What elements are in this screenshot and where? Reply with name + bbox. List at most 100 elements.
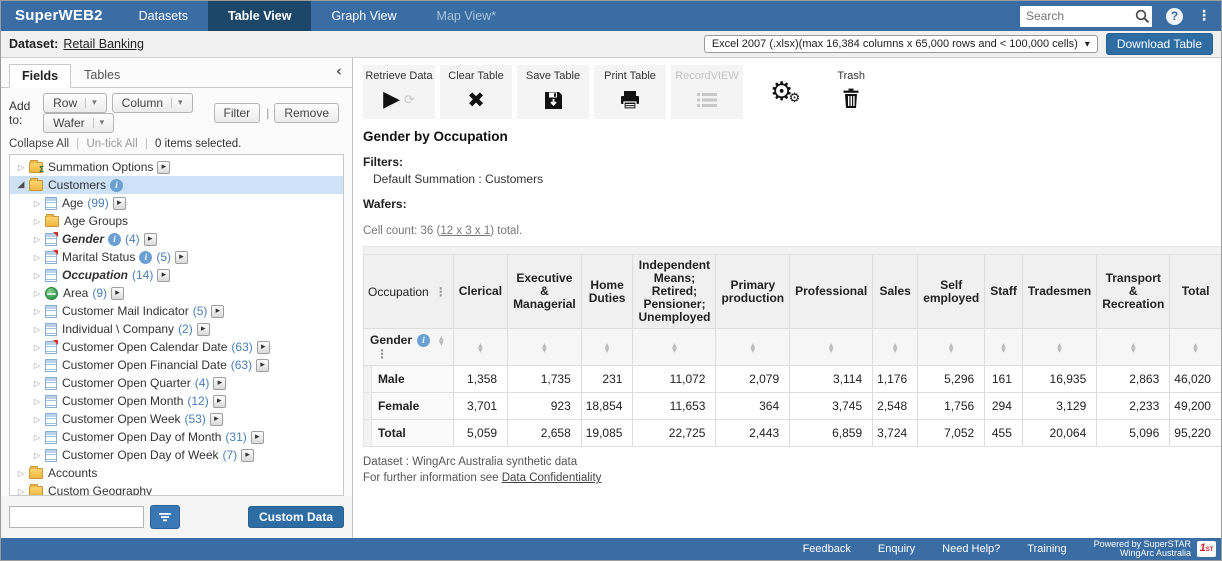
field-drilldown-button[interactable]: ▸: [251, 431, 264, 444]
field-drilldown-button[interactable]: ▸: [213, 395, 226, 408]
sort-icon[interactable]: ▲▼: [1131, 343, 1136, 353]
help-icon[interactable]: ?: [1166, 8, 1183, 25]
caret-collapsed-icon[interactable]: ▷: [32, 343, 42, 352]
tree-item-customer-open-financial-date[interactable]: ▷Customer Open Financial Date(63)▸: [10, 356, 343, 374]
caret-expanded-icon[interactable]: ◢: [16, 180, 26, 190]
add-to-column-button[interactable]: Column▾: [112, 93, 193, 113]
collapse-panel-icon[interactable]: ‹: [336, 62, 342, 80]
sort-icon[interactable]: ▲▼: [750, 343, 755, 353]
column-sort-cell[interactable]: ▲▼: [633, 329, 716, 366]
caret-collapsed-icon[interactable]: ▷: [16, 469, 26, 478]
trash-button[interactable]: Trash: [837, 65, 865, 109]
row-label-female[interactable]: Female: [371, 393, 453, 420]
download-table-button[interactable]: Download Table: [1106, 33, 1213, 55]
col-header-executive-managerial[interactable]: Executive & Managerial: [508, 255, 582, 329]
tab-fields[interactable]: Fields: [9, 64, 71, 88]
field-drilldown-button[interactable]: ▸: [257, 341, 270, 354]
tab-tables[interactable]: Tables: [71, 63, 133, 87]
tree-item-customer-open-calendar-date[interactable]: ▷Customer Open Calendar Date(63)▸: [10, 338, 343, 356]
nav-tab-map-view[interactable]: Map View*: [417, 1, 517, 31]
field-search-input[interactable]: [9, 506, 144, 528]
field-drilldown-button[interactable]: ▸: [256, 359, 269, 372]
info-icon[interactable]: i: [139, 251, 152, 264]
untick-all-link[interactable]: Un-tick All: [87, 138, 138, 150]
col-header-self-employed[interactable]: Self employed: [918, 255, 985, 329]
field-drilldown-button[interactable]: ▸: [197, 323, 210, 336]
tree-item-customers[interactable]: ◢Customersi: [10, 176, 343, 194]
data-confidentiality-link[interactable]: Data Confidentiality: [502, 472, 602, 484]
tree-item-age[interactable]: ▷Age(99)▸: [10, 194, 343, 212]
field-drilldown-button[interactable]: ▸: [111, 287, 124, 300]
col-header-home-duties[interactable]: Home Duties: [581, 255, 633, 329]
add-to-wafer-button[interactable]: Wafer▾: [43, 113, 114, 133]
field-drilldown-button[interactable]: ▸: [211, 305, 224, 318]
custom-data-button[interactable]: Custom Data: [248, 506, 344, 528]
col-header-total[interactable]: Total: [1170, 255, 1221, 329]
col-header-staff[interactable]: Staff: [985, 255, 1023, 329]
col-header-sales[interactable]: Sales: [873, 255, 918, 329]
sort-icon[interactable]: ▲▼: [1057, 343, 1062, 353]
caret-collapsed-icon[interactable]: ▷: [32, 415, 42, 424]
sort-icon[interactable]: ▲▼: [605, 343, 610, 353]
footer-link-training[interactable]: Training: [1027, 543, 1066, 555]
cell-count-link[interactable]: 12 x 3 x 1: [440, 225, 490, 237]
caret-collapsed-icon[interactable]: ▷: [32, 433, 42, 442]
column-sort-cell[interactable]: ▲▼: [1097, 329, 1170, 366]
sort-icon[interactable]: ▲▼: [1193, 343, 1198, 353]
gender-row-header[interactable]: Genderi▲▼⋮: [364, 329, 454, 366]
nav-tab-datasets[interactable]: Datasets: [119, 1, 208, 31]
row-label-total[interactable]: Total: [371, 420, 453, 447]
search-icon[interactable]: [1134, 8, 1152, 24]
caret-collapsed-icon[interactable]: ▷: [32, 325, 42, 334]
tree-item-customer-open-week[interactable]: ▷Customer Open Week(53)▸: [10, 410, 343, 428]
field-drilldown-button[interactable]: ▸: [210, 413, 223, 426]
clear-table-button[interactable]: Clear Table✖: [440, 65, 512, 119]
column-sort-cell[interactable]: ▲▼: [790, 329, 873, 366]
caret-collapsed-icon[interactable]: ▷: [32, 379, 42, 388]
field-filter-button[interactable]: [150, 505, 180, 529]
col-header-clerical[interactable]: Clerical: [453, 255, 507, 329]
sort-icon[interactable]: ▲▼: [829, 343, 834, 353]
footer-link-enquiry[interactable]: Enquiry: [878, 543, 915, 555]
field-drilldown-button[interactable]: ▸: [144, 233, 157, 246]
caret-collapsed-icon[interactable]: ▷: [32, 199, 42, 208]
sort-icon[interactable]: ▲▼: [893, 343, 898, 353]
caret-collapsed-icon[interactable]: ▷: [32, 361, 42, 370]
column-sort-cell[interactable]: ▲▼: [508, 329, 582, 366]
column-sort-cell[interactable]: ▲▼: [1170, 329, 1221, 366]
row-label-male[interactable]: Male: [371, 366, 453, 393]
col-header-tradesmen[interactable]: Tradesmen: [1022, 255, 1096, 329]
tree-item-marital-status[interactable]: ▷Marital Statusi(5)▸: [10, 248, 343, 266]
caret-collapsed-icon[interactable]: ▷: [32, 235, 42, 244]
sort-icon[interactable]: ▲▼: [1001, 343, 1006, 353]
caret-collapsed-icon[interactable]: ▷: [32, 271, 42, 280]
nav-tab-graph-view[interactable]: Graph View: [311, 1, 416, 31]
column-sort-cell[interactable]: ▲▼: [873, 329, 918, 366]
filter-button[interactable]: Filter: [214, 103, 261, 123]
print-table-button[interactable]: Print Table: [594, 65, 666, 119]
field-drilldown-button[interactable]: ▸: [113, 197, 126, 210]
dataset-name-link[interactable]: Retail Banking: [63, 37, 144, 51]
caret-collapsed-icon[interactable]: ▷: [32, 397, 42, 406]
tree-item-individual-company[interactable]: ▷Individual \ Company(2)▸: [10, 320, 343, 338]
sort-icon[interactable]: ▲▼: [672, 343, 677, 353]
col-header-professional[interactable]: Professional: [790, 255, 873, 329]
nav-tab-table-view[interactable]: Table View: [208, 1, 311, 31]
caret-collapsed-icon[interactable]: ▷: [32, 289, 42, 298]
tree-item-customer-open-quarter[interactable]: ▷Customer Open Quarter(4)▸: [10, 374, 343, 392]
field-drilldown-button[interactable]: ▸: [241, 449, 254, 462]
sort-icon[interactable]: ▲▼: [542, 343, 547, 353]
tree-item-customer-open-month[interactable]: ▷Customer Open Month(12)▸: [10, 392, 343, 410]
field-drilldown-button[interactable]: ▸: [175, 251, 188, 264]
kebab-menu-icon[interactable]: ⋮: [435, 285, 447, 299]
save-table-button[interactable]: Save Table: [517, 65, 589, 119]
tree-item-customer-open-day-of-month[interactable]: ▷Customer Open Day of Month(31)▸: [10, 428, 343, 446]
tree-item-area[interactable]: ▷Area(9)▸: [10, 284, 343, 302]
caret-collapsed-icon[interactable]: ▷: [32, 307, 42, 316]
add-to-row-button[interactable]: Row▾: [43, 93, 107, 113]
column-sort-cell[interactable]: ▲▼: [453, 329, 507, 366]
tree-item-age-groups[interactable]: ▷Age Groups: [10, 212, 343, 230]
caret-collapsed-icon[interactable]: ▷: [32, 253, 42, 262]
sort-icon[interactable]: ▲▼: [439, 336, 444, 346]
column-sort-cell[interactable]: ▲▼: [716, 329, 790, 366]
